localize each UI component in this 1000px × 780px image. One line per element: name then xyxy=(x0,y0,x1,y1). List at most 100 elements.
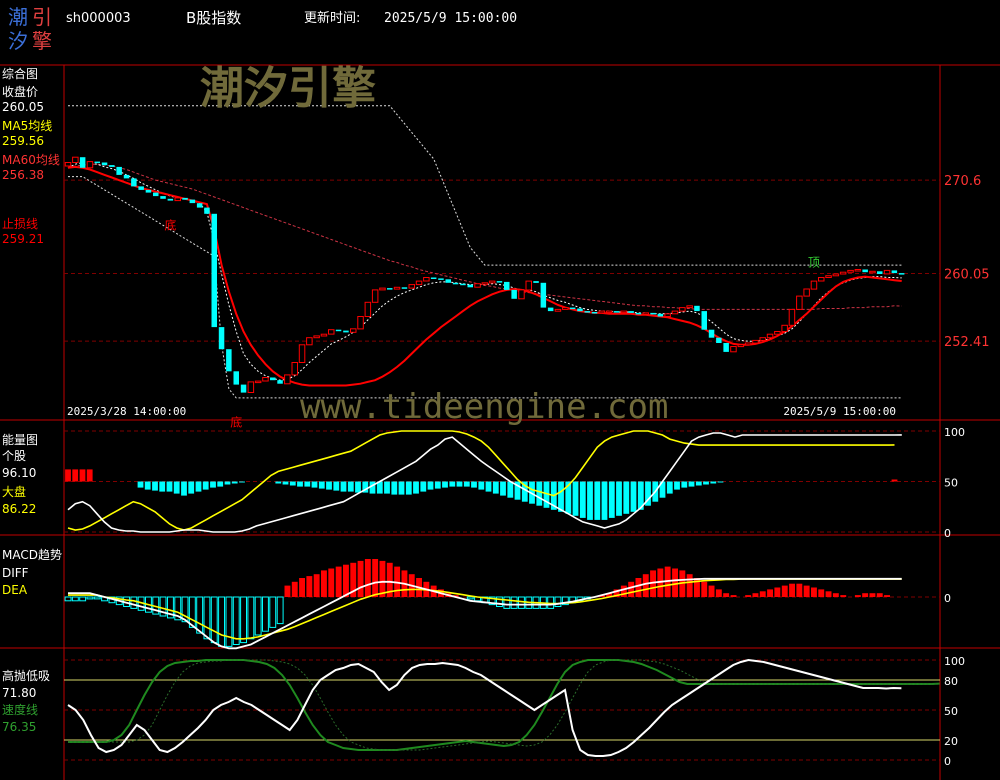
candle xyxy=(138,186,144,190)
energy-bar xyxy=(507,481,514,498)
macd-bar xyxy=(642,574,649,597)
macd-bar xyxy=(86,596,94,600)
energy-bar xyxy=(79,469,86,482)
candle xyxy=(371,289,379,303)
macd-bar xyxy=(357,560,364,597)
energy-bar xyxy=(282,481,289,485)
energy-bar xyxy=(587,481,593,520)
energy-bar xyxy=(500,481,506,496)
watermark-logo-text: 潮汐引擎 xyxy=(200,63,376,114)
y-tick-label: 270.6 xyxy=(944,174,981,189)
candle xyxy=(598,310,606,314)
candle xyxy=(898,273,905,275)
macd-bar xyxy=(269,596,277,628)
energy-bar xyxy=(340,481,347,492)
legend-label: MA60均线 xyxy=(2,153,60,167)
watermark-url: www.tideengine.com xyxy=(300,387,668,427)
candle xyxy=(496,281,503,283)
energy-bar xyxy=(688,481,695,487)
macd-bar xyxy=(759,591,766,597)
energy-bar xyxy=(166,481,173,492)
candle xyxy=(664,313,671,317)
energy-bar xyxy=(442,481,448,488)
energy-bar xyxy=(333,481,340,491)
candle xyxy=(584,311,590,313)
candle xyxy=(291,362,298,376)
candle xyxy=(343,330,349,333)
upper-band-line xyxy=(68,105,902,266)
macd-bar xyxy=(343,564,349,597)
candle xyxy=(196,203,203,208)
energy-bar xyxy=(311,481,318,488)
candle xyxy=(832,273,840,277)
macd-bar xyxy=(635,578,642,597)
macd-bar xyxy=(240,596,248,644)
legend-label: 速度线 xyxy=(2,702,38,717)
panel-title: 高抛低吸 xyxy=(2,668,50,683)
energy-bar xyxy=(492,481,499,494)
legend-label: 止损线 xyxy=(2,217,38,231)
energy-bar xyxy=(434,481,441,489)
macd-bar xyxy=(321,570,327,597)
y-tick-label: 252.41 xyxy=(944,335,990,350)
macd-bar xyxy=(313,574,320,597)
candle xyxy=(101,162,108,166)
macd-bar xyxy=(510,596,518,609)
macd-bar xyxy=(840,595,847,597)
macd-bar xyxy=(708,585,715,597)
candle xyxy=(167,198,174,201)
energy-bar xyxy=(144,481,151,490)
candle xyxy=(591,312,598,314)
candle xyxy=(554,308,562,312)
candle xyxy=(686,305,693,309)
candle xyxy=(474,283,481,288)
energy-bar xyxy=(239,481,245,483)
macd-bar xyxy=(701,581,708,597)
macd-bar xyxy=(291,581,298,597)
energy-bar xyxy=(463,481,470,487)
candle xyxy=(204,207,210,214)
legend-value: 96.10 xyxy=(2,466,36,480)
macd-bar xyxy=(752,593,759,597)
macd-bar xyxy=(796,583,803,597)
candle xyxy=(650,312,656,315)
candle xyxy=(123,174,130,179)
macd-bar xyxy=(876,593,883,597)
candle xyxy=(233,371,239,385)
candle xyxy=(730,346,737,353)
candle xyxy=(79,157,86,168)
energy-bar xyxy=(355,481,361,493)
candle xyxy=(86,161,94,169)
energy-bar xyxy=(558,481,564,512)
macd-bar xyxy=(686,574,693,597)
candle xyxy=(635,312,642,315)
candle xyxy=(401,287,408,289)
candle xyxy=(825,275,832,279)
candle xyxy=(657,313,664,317)
annotation-label: 底 xyxy=(230,415,242,430)
candle xyxy=(423,277,430,282)
candle xyxy=(160,196,166,199)
candle xyxy=(620,310,627,314)
macd-bar xyxy=(628,581,635,597)
energy-bar xyxy=(391,481,398,495)
macd-bar xyxy=(218,596,226,647)
legend-label: DEA xyxy=(2,583,28,597)
candle xyxy=(862,269,868,273)
energy-bar xyxy=(347,481,354,492)
candle xyxy=(569,307,576,310)
candle xyxy=(247,381,255,393)
legend-value: 71.80 xyxy=(2,686,36,700)
candle xyxy=(94,161,100,164)
energy-bar xyxy=(318,481,325,489)
energy-bar xyxy=(217,481,224,487)
candle xyxy=(393,286,401,290)
energy-bar xyxy=(674,481,680,490)
candle xyxy=(254,380,262,384)
candle xyxy=(387,288,393,290)
candle xyxy=(525,280,532,291)
macd-bar xyxy=(672,568,678,597)
energy-bar xyxy=(427,481,434,490)
candle xyxy=(467,284,473,288)
candle xyxy=(562,307,569,310)
